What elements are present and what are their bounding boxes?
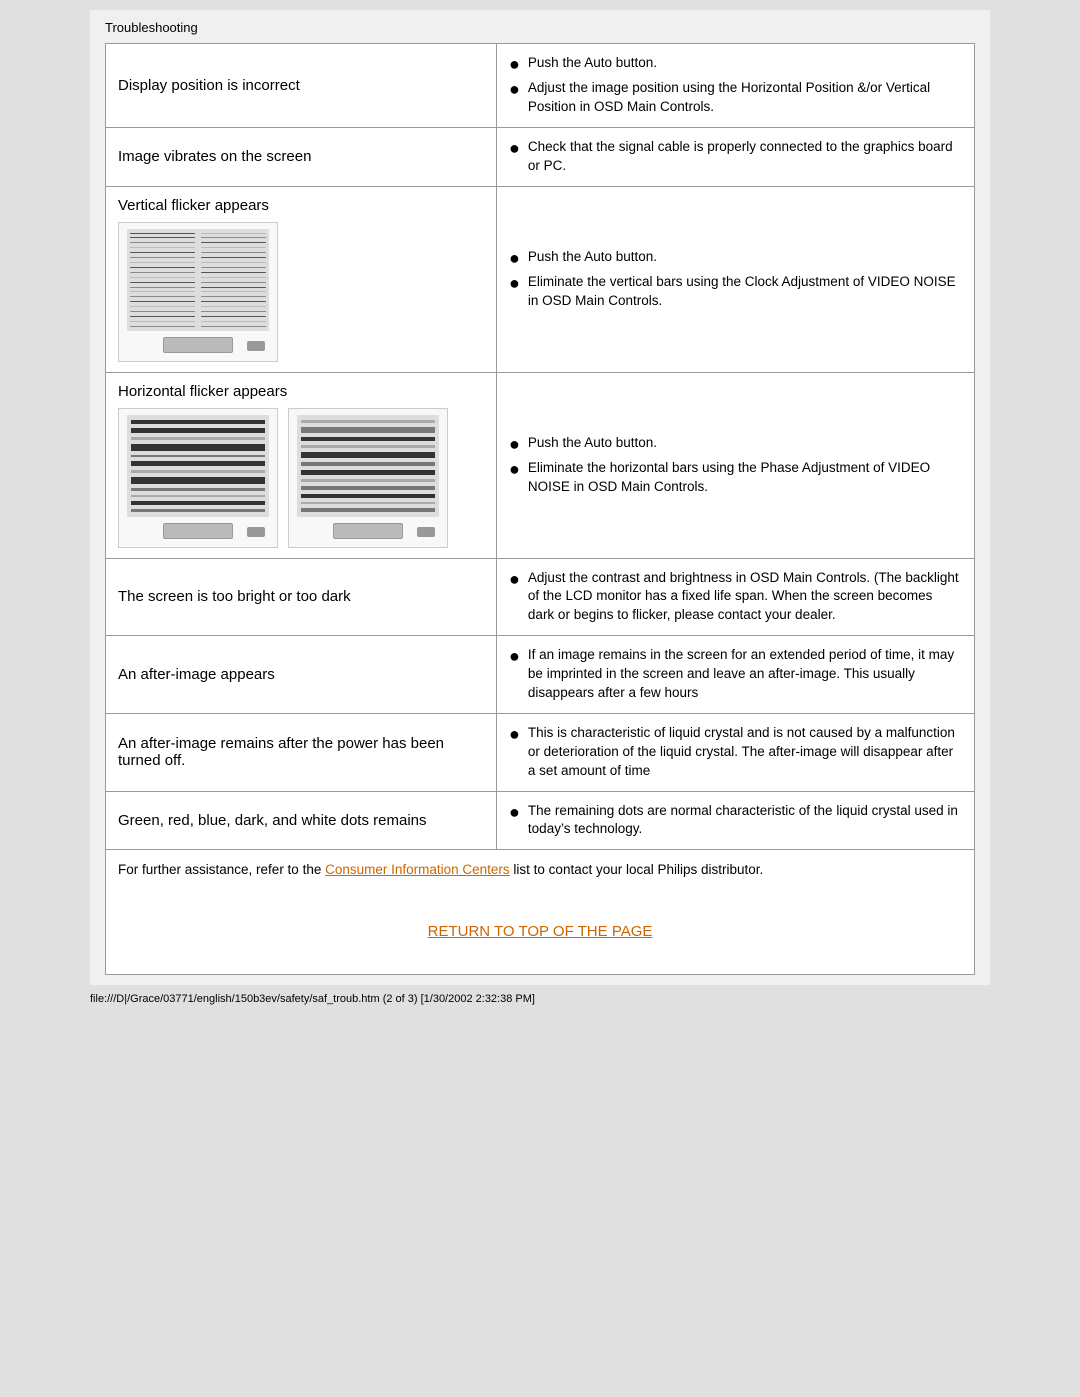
monitor-base [333, 523, 403, 539]
table-row: Green, red, blue, dark, and white dots r… [106, 791, 975, 850]
solution-text: Push the Auto button. [528, 54, 657, 73]
issue-label: The screen is too bright or too dark [106, 558, 497, 636]
table-row: Horizontal flicker appears [106, 372, 975, 558]
bullet-icon: ● [509, 274, 520, 292]
list-item: ● This is characteristic of liquid cryst… [509, 724, 962, 781]
list-item: ● Adjust the contrast and brightness in … [509, 569, 962, 626]
troubleshooting-table: Display position is incorrect ● Push the… [105, 43, 975, 975]
solution-text: Eliminate the horizontal bars using the … [528, 459, 962, 497]
monitor-base [163, 523, 233, 539]
bullet-icon: ● [509, 803, 520, 821]
list-item: ● Push the Auto button. [509, 434, 962, 453]
bullet-icon: ● [509, 80, 520, 98]
image-container [118, 408, 484, 548]
left-column [127, 229, 198, 331]
monitor-diagram-1 [118, 408, 278, 548]
solution-list: ● The remaining dots are normal characte… [509, 802, 962, 840]
monitor-diagram [118, 222, 278, 362]
solution-list: ● Push the Auto button. ● Eliminate the … [509, 434, 962, 497]
horizontal-lines-visual [127, 415, 269, 517]
monitor-diagram-2 [288, 408, 448, 548]
monitor-base [163, 337, 233, 353]
monitor-buttons [247, 341, 265, 351]
list-item: ● Push the Auto button. [509, 248, 962, 267]
bullet-icon: ● [509, 435, 520, 453]
issue-label: An after-image appears [106, 636, 497, 714]
monitor-screen [127, 415, 269, 517]
solution-cell: ● Push the Auto button. ● Eliminate the … [497, 372, 975, 558]
return-to-top-link[interactable]: RETURN TO TOP OF THE PAGE [428, 923, 653, 940]
table-row: Image vibrates on the screen ● Check tha… [106, 127, 975, 186]
list-item: ● Eliminate the vertical bars using the … [509, 273, 962, 311]
monitor-screen [127, 229, 269, 331]
table-row: An after-image remains after the power h… [106, 713, 975, 791]
table-row: An after-image appears ● If an image rem… [106, 636, 975, 714]
footer-cell: For further assistance, refer to the Con… [106, 850, 975, 975]
solution-list: ● Adjust the contrast and brightness in … [509, 569, 962, 626]
image-container [118, 222, 484, 362]
bullet-icon: ● [509, 725, 520, 743]
table-row: Vertical flicker appears [106, 186, 975, 372]
solution-cell: ● Push the Auto button. ● Adjust the ima… [497, 44, 975, 128]
solution-text: Push the Auto button. [528, 248, 657, 267]
issue-title: Vertical flicker appears [118, 197, 484, 214]
footer-text-before: For further assistance, refer to the [118, 862, 325, 877]
solution-text: Check that the signal cable is properly … [528, 138, 962, 176]
issue-title: Horizontal flicker appears [118, 383, 484, 400]
bullet-icon: ● [509, 647, 520, 665]
bullet-icon: ● [509, 460, 520, 478]
solution-text: Push the Auto button. [528, 434, 657, 453]
vertical-bars-visual [127, 229, 269, 331]
page-container: Troubleshooting Display position is inco… [90, 10, 990, 985]
issue-label: An after-image remains after the power h… [106, 713, 497, 791]
table-row: Display position is incorrect ● Push the… [106, 44, 975, 128]
bullet-icon: ● [509, 570, 520, 588]
issue-label: Horizontal flicker appears [106, 372, 497, 558]
solution-cell: ● Push the Auto button. ● Eliminate the … [497, 186, 975, 372]
monitor-screen [297, 415, 439, 517]
issue-label: Display position is incorrect [106, 44, 497, 128]
solution-text: Eliminate the vertical bars using the Cl… [528, 273, 962, 311]
solution-text: This is characteristic of liquid crystal… [528, 724, 962, 781]
solution-text: If an image remains in the screen for an… [528, 646, 962, 703]
monitor-buttons [247, 527, 265, 537]
list-item: ● If an image remains in the screen for … [509, 646, 962, 703]
list-item: ● Check that the signal cable is properl… [509, 138, 962, 176]
bullet-icon: ● [509, 249, 520, 267]
list-item: ● Eliminate the horizontal bars using th… [509, 459, 962, 497]
right-column [198, 229, 269, 331]
issue-label: Image vibrates on the screen [106, 127, 497, 186]
solution-text: Adjust the contrast and brightness in OS… [528, 569, 962, 626]
footer-text-after: list to contact your local Philips distr… [510, 862, 764, 877]
solution-cell: ● Check that the signal cable is properl… [497, 127, 975, 186]
table-row: The screen is too bright or too dark ● A… [106, 558, 975, 636]
solution-cell: ● This is characteristic of liquid cryst… [497, 713, 975, 791]
solution-text: The remaining dots are normal characteri… [528, 802, 962, 840]
list-item: ● Adjust the image position using the Ho… [509, 79, 962, 117]
solution-list: ● Push the Auto button. ● Adjust the ima… [509, 54, 962, 117]
list-item: ● Push the Auto button. [509, 54, 962, 73]
bullet-icon: ● [509, 139, 520, 157]
bullet-icon: ● [509, 55, 520, 73]
horizontal-lines-visual [297, 415, 439, 517]
solution-text: Adjust the image position using the Hori… [528, 79, 962, 117]
footer-row: For further assistance, refer to the Con… [106, 850, 975, 975]
list-item: ● The remaining dots are normal characte… [509, 802, 962, 840]
solution-list: ● Check that the signal cable is properl… [509, 138, 962, 176]
solution-list: ● If an image remains in the screen for … [509, 646, 962, 703]
solution-list: ● This is characteristic of liquid cryst… [509, 724, 962, 781]
consumer-info-link[interactable]: Consumer Information Centers [325, 862, 510, 877]
solution-cell: ● If an image remains in the screen for … [497, 636, 975, 714]
solution-cell: ● Adjust the contrast and brightness in … [497, 558, 975, 636]
monitor-buttons [417, 527, 435, 537]
solution-cell: ● The remaining dots are normal characte… [497, 791, 975, 850]
solution-list: ● Push the Auto button. ● Eliminate the … [509, 248, 962, 311]
issue-label: Vertical flicker appears [106, 186, 497, 372]
issue-label: Green, red, blue, dark, and white dots r… [106, 791, 497, 850]
status-bar: file:///D|/Grace/03771/english/150b3ev/s… [90, 993, 990, 1005]
page-title: Troubleshooting [105, 20, 975, 35]
